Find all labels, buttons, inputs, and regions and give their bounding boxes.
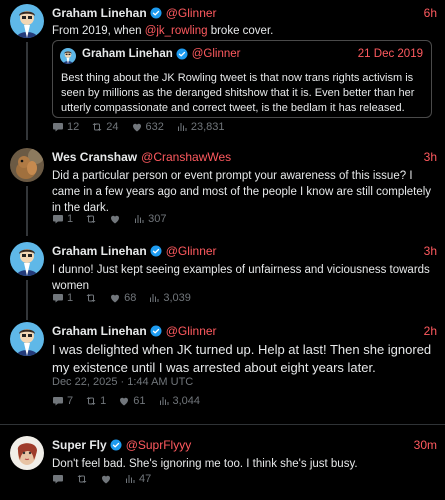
like-button[interactable]: 61 xyxy=(118,395,146,407)
author-handle[interactable]: @Glinner xyxy=(166,324,217,338)
mention-link[interactable]: @jk_rowling xyxy=(145,25,208,37)
avatar[interactable] xyxy=(10,436,44,470)
reply-button[interactable]: 12 xyxy=(52,121,79,133)
post-time[interactable]: 3h xyxy=(424,244,437,258)
quote-author-name: Graham Linehan xyxy=(82,48,173,60)
repost-button[interactable]: 24 xyxy=(91,121,119,133)
author-handle[interactable]: @SuprFlyyy xyxy=(126,438,192,452)
avatar[interactable] xyxy=(10,242,44,276)
verified-icon xyxy=(110,439,122,451)
reply-icon xyxy=(52,395,64,407)
author-handle[interactable]: @Glinner xyxy=(166,6,217,20)
thread-line xyxy=(26,186,28,236)
quote-avatar xyxy=(60,48,76,64)
action-bar: 1 307 xyxy=(52,212,178,226)
repost-icon xyxy=(85,395,97,407)
reply-icon xyxy=(52,121,64,133)
post-time[interactable]: 30m xyxy=(414,438,437,452)
repost-button[interactable] xyxy=(85,213,97,225)
reply-icon xyxy=(52,473,64,485)
avatar[interactable] xyxy=(10,4,44,38)
verified-icon xyxy=(150,7,162,19)
post-3[interactable]: Graham Linehan @Glinner 3h I dunno! Just… xyxy=(0,238,445,320)
post-text: I dunno! Just kept seeing examples of un… xyxy=(52,264,430,292)
repost-icon xyxy=(85,213,97,225)
author-handle[interactable]: @CranshawWes xyxy=(141,150,231,164)
like-button[interactable] xyxy=(109,213,121,225)
views-button[interactable]: 23,831 xyxy=(176,121,225,133)
reply-icon xyxy=(52,213,64,225)
views-button[interactable]: 3,044 xyxy=(158,395,200,407)
action-bar: 47 xyxy=(52,472,163,486)
reply-button[interactable]: 7 xyxy=(52,395,73,407)
quoted-post[interactable]: Graham Linehan @Glinner 21 Dec 2019 Best… xyxy=(52,40,432,118)
post-time[interactable]: 3h xyxy=(424,150,437,164)
reply-button[interactable]: 1 xyxy=(52,213,73,225)
reply-button[interactable] xyxy=(52,473,64,485)
post-5[interactable]: Super Fly @SuprFlyyy 30m Don't feel bad.… xyxy=(0,432,445,498)
post-1[interactable]: Graham Linehan @Glinner 6h From 2019, wh… xyxy=(0,0,445,140)
quote-date: 21 Dec 2019 xyxy=(357,48,423,60)
views-button[interactable]: 3,039 xyxy=(148,292,191,304)
views-icon xyxy=(176,121,188,133)
heart-icon xyxy=(100,473,112,485)
repost-button[interactable]: 1 xyxy=(85,395,106,407)
verified-icon xyxy=(150,325,162,337)
action-bar: 12 24 632 23,831 xyxy=(52,120,237,134)
reply-thread: Graham Linehan @Glinner 6h From 2019, wh… xyxy=(0,0,445,500)
post-time[interactable]: 2h xyxy=(424,324,437,338)
repost-button[interactable] xyxy=(85,292,97,304)
post-time[interactable]: 6h xyxy=(424,6,437,20)
heart-icon xyxy=(109,292,121,304)
author-name[interactable]: Graham Linehan xyxy=(52,244,147,258)
views-icon xyxy=(148,292,160,304)
views-icon xyxy=(158,395,170,407)
heart-icon xyxy=(131,121,143,133)
verified-icon xyxy=(150,245,162,257)
post-4[interactable]: Graham Linehan @Glinner 2h I was delight… xyxy=(0,318,445,416)
author-name[interactable]: Wes Cranshaw xyxy=(52,150,137,164)
post-2[interactable]: Wes Cranshaw @CranshawWes 3h Did a parti… xyxy=(0,144,445,236)
avatar[interactable] xyxy=(10,322,44,356)
quote-author-handle: @Glinner xyxy=(191,48,241,60)
post-text: Don't feel bad. She's ignoring me too. I… xyxy=(52,458,358,470)
heart-icon xyxy=(109,213,121,225)
repost-icon xyxy=(91,121,103,133)
post-timestamp[interactable]: Dec 22, 2025 · 1:44 AM UTC xyxy=(52,376,193,388)
repost-icon xyxy=(85,292,97,304)
views-icon xyxy=(124,473,136,485)
author-handle[interactable]: @Glinner xyxy=(166,244,217,258)
author-name[interactable]: Super Fly xyxy=(52,438,107,452)
views-button[interactable]: 47 xyxy=(124,473,151,485)
author-name[interactable]: Graham Linehan xyxy=(52,6,147,20)
heart-icon xyxy=(118,395,130,407)
verified-icon xyxy=(176,48,188,60)
thread-line xyxy=(26,280,28,320)
reply-icon xyxy=(52,292,64,304)
post-text: Did a particular person or event prompt … xyxy=(52,170,432,214)
like-button[interactable]: 632 xyxy=(131,121,164,133)
author-name[interactable]: Graham Linehan xyxy=(52,324,147,338)
like-button[interactable] xyxy=(100,473,112,485)
like-button[interactable]: 68 xyxy=(109,292,136,304)
views-icon xyxy=(133,213,145,225)
avatar[interactable] xyxy=(10,148,44,182)
repost-icon xyxy=(76,473,88,485)
quote-text: Best thing about the JK Rowling tweet is… xyxy=(61,72,415,114)
views-button[interactable]: 307 xyxy=(133,213,166,225)
action-bar: 7 1 61 3,044 xyxy=(52,394,212,408)
repost-button[interactable] xyxy=(76,473,88,485)
thread-line xyxy=(26,42,28,140)
action-bar: 1 68 3,039 xyxy=(52,291,203,305)
post-text: From 2019, when @jk_rowling broke cover. xyxy=(52,25,274,37)
post-text: I was delighted when JK turned up. Help … xyxy=(52,342,432,375)
divider xyxy=(0,424,445,425)
reply-button[interactable]: 1 xyxy=(52,292,73,304)
